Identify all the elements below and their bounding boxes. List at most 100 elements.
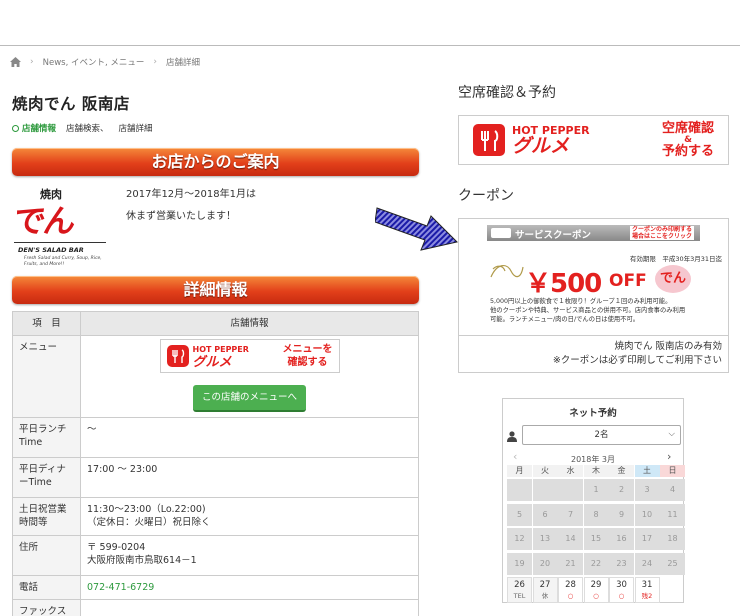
row-key-lunch: 平日ランチTime	[12, 417, 81, 458]
store-logo: 焼肉 でん DEN'S SALAD BAR Fresh Salad and Cu…	[11, 186, 106, 272]
calendar-day-available[interactable]: 30 ○	[609, 577, 634, 603]
hotpepper-menu-link[interactable]: HOT PEPPER グルメ メニューを 確認する	[159, 339, 340, 373]
calendar-day: 13	[532, 528, 558, 550]
table-row: 住所 〒 599-0204 大阪府阪南市鳥取614－1	[12, 535, 419, 576]
weekday-4: 金	[609, 465, 634, 477]
calendar-day: 21	[558, 552, 583, 575]
scissors-icon	[491, 228, 511, 238]
chevron-right-icon: ›	[30, 57, 34, 67]
calendar-day-available[interactable]: 31 残2	[634, 577, 660, 603]
calendar-day: 15	[583, 528, 609, 550]
people-select-value: 2名	[594, 430, 609, 440]
table-header-key: 項 目	[12, 311, 81, 336]
calendar-month: 2018年 3月	[571, 455, 615, 464]
row-key-address: 住所	[12, 535, 81, 576]
weekday-6: 日	[660, 465, 685, 477]
sub-navigation: 店舗情報 店舗検索、 店舗詳細	[12, 122, 153, 134]
row-key-tel: 電話	[12, 575, 81, 600]
table-header-row: 項 目 店舗情報	[12, 311, 419, 336]
subnav-item-store-info[interactable]: 店舗情報	[12, 122, 56, 134]
weekend-closed: （定休日：火曜日）祝日除く	[87, 517, 211, 528]
calendar-day-available: 26 TEL	[507, 577, 532, 603]
hotpepper-logo-icon	[473, 124, 505, 156]
calendar-day-available[interactable]: 28 ○	[558, 577, 583, 603]
store-notice: 2017年12月〜2018年1月は 休まず営業いたします！	[126, 184, 256, 228]
chevron-down-icon: ⌵	[668, 429, 675, 439]
reserve-heading: 空席確認＆予約	[458, 85, 556, 101]
row-value-dinner: 17:00 〜 23:00	[80, 457, 419, 498]
logo-text-den: でん	[11, 202, 77, 240]
page-title: 焼肉でん 阪南店	[12, 95, 130, 113]
coupon-header: サービスクーポン クーポンのみ印刷する 場合はここをクリック	[487, 225, 700, 241]
table-row: ファックス	[12, 599, 419, 616]
coupon-heading: クーポン	[458, 188, 514, 204]
day-number: 27	[539, 580, 551, 590]
coupon-print-note: ※クーポンは必ず印刷してご利用下さい	[552, 355, 722, 366]
person-icon	[507, 431, 517, 442]
weekday-0: 月	[507, 465, 532, 477]
calendar-day: 1	[583, 479, 609, 501]
calendar-day-available[interactable]: 29 ○	[583, 577, 609, 603]
table-row: 平日ディナーTime 17:00 〜 23:00	[12, 457, 419, 498]
calendar-day: 5	[507, 503, 532, 526]
calendar-day: 14	[558, 528, 583, 550]
row-value-weekend: 11:30〜23:00（Lo.22:00) （定休日：火曜日）祝日除く	[80, 497, 419, 536]
address-text: 大阪府阪南市鳥取614－1	[87, 555, 197, 566]
table-row: 平日ランチTime 〜	[12, 417, 419, 458]
row-key-weekend: 土日祝営業時間等	[12, 497, 81, 536]
calendar-day: 25	[660, 552, 685, 575]
calendar-day: 4	[660, 479, 685, 501]
menu-cta-line: 確認する	[287, 357, 328, 368]
hotpepper-brand-jp: グルメ	[512, 135, 570, 157]
table-row: メニュー HOT PEPPER グルメ メニューを 確認する この店舗のメニュー…	[12, 335, 419, 418]
calendar-day: 11	[660, 503, 685, 526]
calendar-day	[532, 479, 558, 501]
day-status: TEL	[513, 592, 526, 600]
coupon-print-link[interactable]: クーポンのみ印刷する 場合はここをクリック	[629, 226, 694, 240]
people-select[interactable]: 2名 ⌵	[522, 425, 681, 445]
next-month-icon[interactable]: ›	[667, 450, 671, 463]
subnav-item-store-search[interactable]: 店舗検索、	[66, 122, 109, 134]
coupon-footer: 焼肉でん 阪南店のみ有効 ※クーポンは必ず印刷してご利用下さい	[553, 340, 722, 368]
day-number: 26	[514, 580, 525, 590]
coupon-card[interactable]: サービスクーポン クーポンのみ印刷する 場合はここをクリック 有効期限 平成30年…	[458, 218, 729, 373]
coupon-den-logo: でん	[655, 265, 691, 293]
table-row: 土日祝営業時間等 11:30〜23:00（Lo.22:00) （定休日：火曜日）祝…	[12, 497, 419, 536]
weekday-2: 水	[558, 465, 583, 477]
day-number: 30	[616, 580, 627, 590]
calendar-day: 16	[609, 528, 634, 550]
breadcrumb-item-news[interactable]: News, イベント, メニュー	[43, 56, 145, 68]
home-icon[interactable]	[10, 57, 21, 67]
calendar-day: 7	[558, 503, 583, 526]
circle-icon	[12, 125, 19, 132]
coupon-shop-note: 焼肉でん 阪南店のみ有効	[614, 341, 722, 352]
calendar-day: 6	[532, 503, 558, 526]
day-status: ○	[593, 592, 599, 600]
store-menu-button[interactable]: この店舗のメニューへ	[192, 385, 306, 412]
calendar-day-available: 27 休	[532, 577, 558, 603]
calendar-day: 8	[583, 503, 609, 526]
calendar-day	[558, 479, 583, 501]
calendar-day: 17	[634, 528, 660, 550]
coupon-expiry: 有効期限 平成30年3月31日迄	[629, 255, 722, 263]
notice-line: 2017年12月〜2018年1月は	[126, 189, 256, 200]
coupon-term-line: 5,000円以上の御飲食で１枚限り！グループ１回のみ利用可能。	[490, 298, 672, 305]
row-key-dinner: 平日ディナーTime	[12, 457, 81, 498]
subnav-item-store-detail[interactable]: 店舗詳細	[119, 122, 153, 134]
calendar-day: 18	[660, 528, 685, 550]
day-status: 残2	[641, 592, 653, 600]
coupon-term-line: 可能。ランチメニュー/肉の日/でんの日は使用不可。	[490, 316, 640, 323]
details-banner: 詳細情報	[12, 276, 419, 304]
row-value-menu: HOT PEPPER グルメ メニューを 確認する この店舗のメニューへ	[80, 335, 419, 418]
row-key-fax: ファックス	[12, 599, 81, 616]
weekday-1: 火	[532, 465, 558, 477]
logo-tagline: DEN'S SALAD BAR	[18, 246, 84, 254]
logo-small-text: Fresh Salad and Curry, Soup, Rice, Fruit…	[24, 256, 102, 267]
calendar-day	[507, 479, 532, 501]
hotpepper-reserve-link[interactable]: HOT PEPPER グルメ 空席確認 & 予約する	[458, 115, 729, 165]
row-value-lunch: 〜	[80, 417, 419, 458]
calendar-day: 22	[583, 552, 609, 575]
tel-link[interactable]: 072-471-6729	[80, 575, 419, 600]
calendar-day: 10	[634, 503, 660, 526]
weekday-3: 木	[583, 465, 609, 477]
